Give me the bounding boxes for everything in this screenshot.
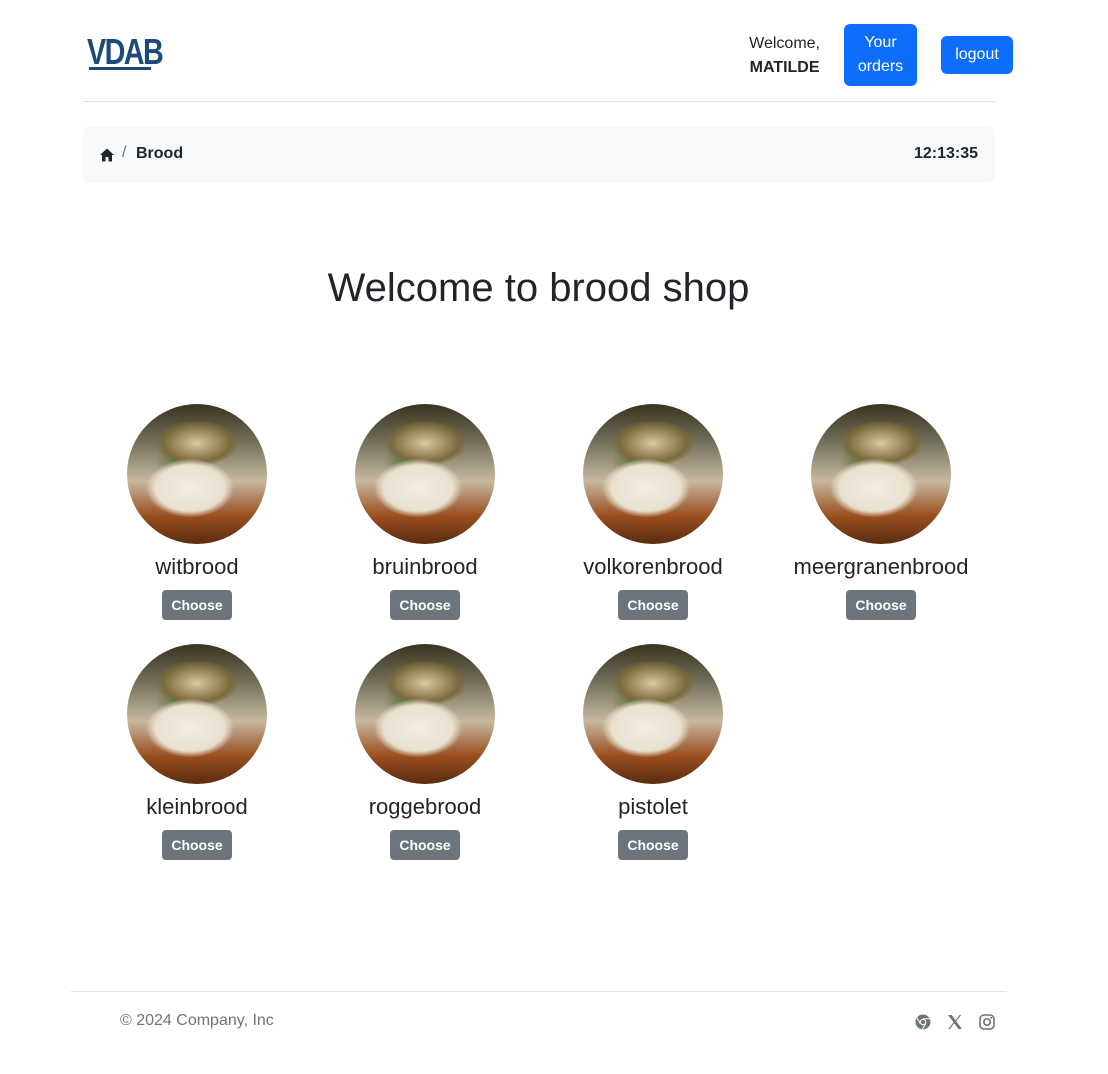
site-header: VDAB Welcome, MATILDE Your orders logout <box>83 0 1013 102</box>
site-footer: © 2024 Company, Inc <box>71 991 1007 1052</box>
choose-button[interactable]: Choose <box>390 830 460 860</box>
welcome-message: Welcome, MATILDE <box>749 32 820 80</box>
x-twitter-icon[interactable] <box>946 1013 964 1031</box>
product-image <box>583 404 723 544</box>
logo-underline <box>89 67 151 70</box>
user-name: MATILDE <box>749 59 820 76</box>
product-card: roggebrood Choose <box>311 644 539 860</box>
orders-label-line1: Your <box>864 34 897 51</box>
copyright: © 2024 Company, Inc <box>120 1012 274 1029</box>
product-card: pistolet Choose <box>539 644 767 860</box>
product-image <box>811 404 951 544</box>
product-card: kleinbrood Choose <box>83 644 311 860</box>
your-orders-button[interactable]: Your orders <box>844 24 917 86</box>
product-name: bruinbrood <box>372 554 478 579</box>
chrome-icon[interactable] <box>914 1013 932 1031</box>
choose-button[interactable]: Choose <box>390 590 460 620</box>
product-card: meergranenbrood Choose <box>767 404 995 620</box>
clock: 12:13:35 <box>913 145 978 162</box>
product-name: kleinbrood <box>146 794 248 819</box>
product-name: pistolet <box>618 794 688 819</box>
choose-button[interactable]: Choose <box>162 590 232 620</box>
vdab-logo[interactable]: VDAB <box>87 34 164 70</box>
choose-button[interactable]: Choose <box>846 590 916 620</box>
breadcrumb-current: Brood <box>136 145 184 162</box>
orders-label-line2: orders <box>857 58 904 75</box>
choose-button[interactable]: Choose <box>618 830 688 860</box>
logout-button[interactable]: logout <box>941 36 1013 74</box>
breadcrumb-separator: / <box>122 144 127 161</box>
product-image <box>355 644 495 784</box>
choose-button[interactable]: Choose <box>162 830 232 860</box>
product-name: volkorenbrood <box>583 554 723 579</box>
breadcrumb: / Brood 12:13:35 <box>83 127 995 183</box>
instagram-icon[interactable] <box>978 1013 996 1031</box>
product-image <box>583 644 723 784</box>
product-image <box>127 404 267 544</box>
product-card: bruinbrood Choose <box>311 404 539 620</box>
product-card: volkorenbrood Choose <box>539 404 767 620</box>
product-card: witbrood Choose <box>83 404 311 620</box>
choose-button[interactable]: Choose <box>618 590 688 620</box>
page-title: Welcome to brood shop <box>327 266 750 310</box>
welcome-text: Welcome, <box>749 35 820 52</box>
product-name: witbrood <box>155 554 239 579</box>
home-icon[interactable] <box>99 147 115 163</box>
product-name: meergranenbrood <box>793 554 969 579</box>
product-image <box>355 404 495 544</box>
product-image <box>127 644 267 784</box>
product-name: roggebrood <box>368 794 482 819</box>
